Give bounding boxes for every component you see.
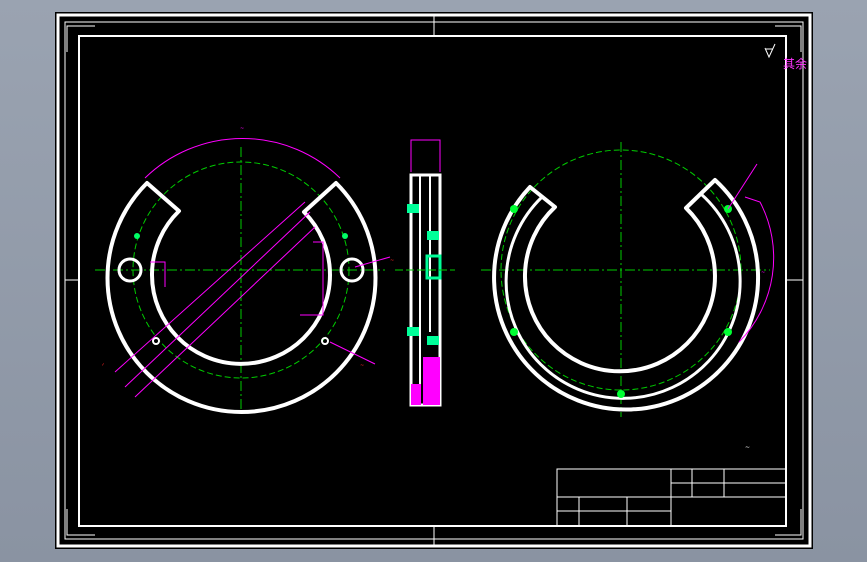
leader-line-1 xyxy=(114,201,306,373)
corner-mark-bl xyxy=(66,509,95,536)
marker-r4 xyxy=(724,328,732,336)
section-feature-3 xyxy=(425,254,442,280)
annotation-red-3: ~ xyxy=(360,363,364,369)
small-hole-bl xyxy=(152,337,160,345)
middle-border xyxy=(64,21,804,540)
small-hole-br xyxy=(321,337,329,345)
corner-mark-br xyxy=(775,509,802,536)
corner-mark-tl xyxy=(66,25,95,52)
top-dimension-text: ~ xyxy=(240,126,244,132)
cad-viewport[interactable]: ~ ~ ~ ~ ~ ~ 其余 xyxy=(55,12,813,549)
section-view-middle[interactable] xyxy=(395,139,455,407)
title-block[interactable] xyxy=(556,468,787,527)
drawing-sheet: ~ ~ ~ ~ ~ ~ xyxy=(56,13,812,548)
top-dimension-arc xyxy=(144,137,341,179)
marker-r1 xyxy=(510,205,518,213)
marker-right xyxy=(342,233,348,239)
hatched-region-2 xyxy=(411,384,421,405)
marker-r2 xyxy=(510,328,518,336)
annotation-red-2: ~ xyxy=(390,258,394,264)
section-feature-5 xyxy=(427,336,439,345)
outer-border xyxy=(56,13,812,548)
thickness-dimension xyxy=(410,139,441,172)
roughness-symbol-icon xyxy=(764,43,776,59)
marker-left xyxy=(134,233,140,239)
note-text: 其余 xyxy=(783,57,808,71)
hatched-region xyxy=(423,357,440,405)
small-note-mark: ~ xyxy=(745,444,750,451)
right-leader xyxy=(727,163,758,210)
right-dimension-text: ~ xyxy=(761,270,765,276)
section-feature-4 xyxy=(407,327,419,336)
leader-small-hole xyxy=(329,341,376,365)
corner-mark-tr xyxy=(775,25,802,52)
dimension-bracket-right xyxy=(300,241,324,316)
section-feature-1 xyxy=(407,204,419,213)
annotation-red-1: ~ xyxy=(100,361,107,368)
surface-note: 其余 xyxy=(783,55,807,72)
section-feature-2 xyxy=(427,231,439,240)
inner-border xyxy=(78,35,787,527)
marker-r3 xyxy=(617,390,625,398)
rear-view-right[interactable]: ~ xyxy=(481,142,775,417)
front-view-left[interactable]: ~ ~ ~ ~ xyxy=(95,126,394,415)
